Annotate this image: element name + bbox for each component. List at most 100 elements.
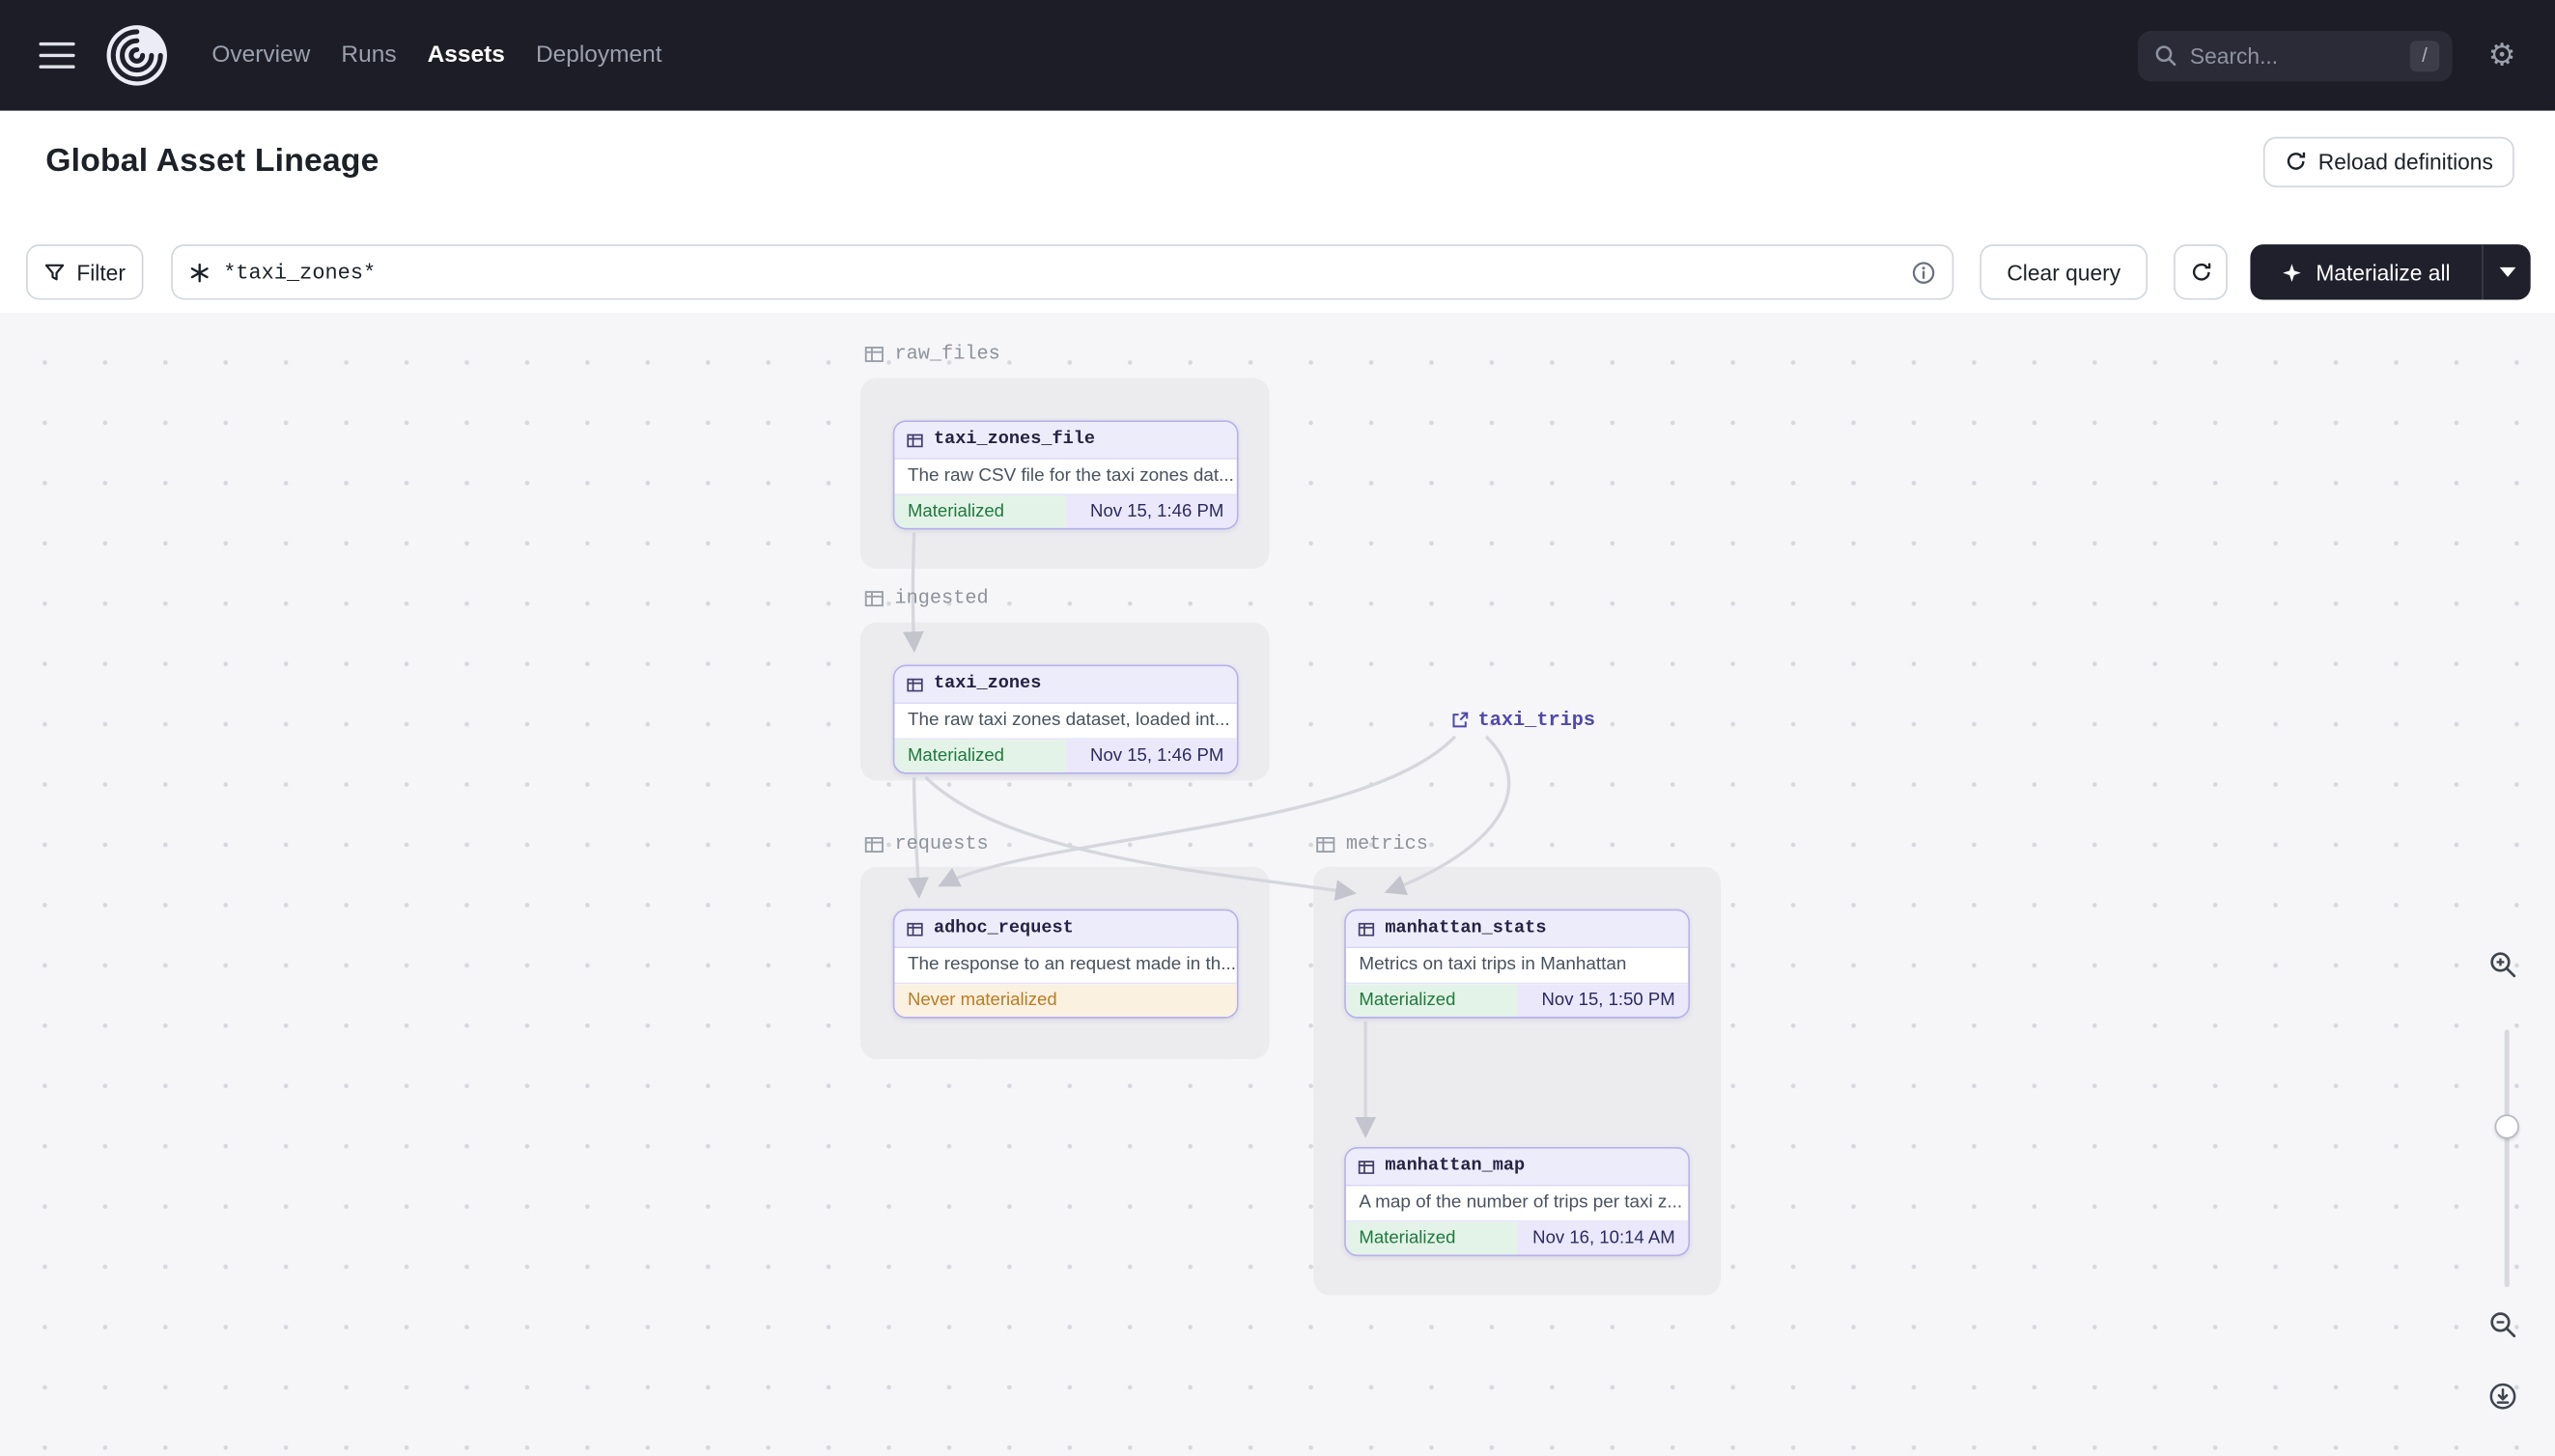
zoom-out-icon [2490,1312,2516,1338]
hamburger-menu-icon[interactable] [39,42,75,69]
materialize-all-label: Materialize all [2316,260,2451,285]
download-view-button[interactable] [2488,1382,2517,1411]
search-shortcut-badge: / [2409,40,2440,71]
zoom-in-icon [2490,952,2516,978]
table-icon [1358,1160,1375,1174]
refresh-icon [2189,261,2212,284]
filter-label: Filter [76,260,126,285]
top-nav-bar: Overview Runs Assets Deployment / ⚙ [0,0,2555,111]
group-label-ingested: ingested [863,586,989,610]
materialization-timestamp: Nov 15, 1:46 PM [1065,495,1237,528]
dagster-app: Overview Runs Assets Deployment / ⚙ Glob… [0,0,2555,1456]
asset-description: The raw CSV file for the taxi zones dat.… [907,465,1234,486]
external-link-icon [1452,712,1469,728]
external-asset-title: taxi_trips [1477,709,1596,732]
refresh-query-button[interactable] [2174,244,2228,300]
asset-card-header: manhattan_stats [1345,910,1689,949]
asset-footer: Materialized Nov 15, 1:46 PM [894,738,1237,772]
asset-card-header: taxi_zones_file [894,422,1237,460]
status-badge: Materialized [1345,984,1518,1017]
search-input[interactable] [2189,42,2398,69]
page-header: Global Asset Lineage Reload definitions [0,110,2555,212]
topbar-right: / ⚙ [2137,30,2516,81]
search-icon [2154,44,2177,68]
asset-group-icon [1316,836,1335,853]
zoom-in-button[interactable] [2488,950,2517,979]
asset-card-header: manhattan_map [1345,1148,1689,1187]
lineage-canvas[interactable]: raw_files ingested requests metrics taxi… [0,313,2555,1456]
asset-title: manhattan_map [1385,1157,1526,1177]
asset-node-adhoc_request[interactable]: adhoc_request The response to an request… [892,909,1239,1019]
zoom-out-button[interactable] [2488,1310,2517,1339]
group-name: raw_files [894,342,1000,365]
nav-item-runs[interactable]: Runs [341,42,396,69]
asset-description: The raw taxi zones dataset, loaded int..… [907,710,1230,730]
asset-description: A map of the number of trips per taxi z.… [1359,1192,1683,1213]
asset-footer: Never materialized [894,982,1237,1017]
group-label-raw_files: raw_files [863,342,1000,365]
status-badge: Never materialized [894,984,1237,1017]
materialize-all-button[interactable]: Materialize all [2250,244,2482,299]
nav-item-assets[interactable]: Assets [428,42,505,69]
reload-definitions-button[interactable]: Reload definitions [2262,135,2514,187]
filter-funnel-icon [44,262,66,283]
asset-node-manhattan_map[interactable]: manhattan_map A map of the number of tri… [1344,1147,1690,1257]
asset-description: Metrics on taxi trips in Manhattan [1359,954,1627,975]
status-badge: Materialized [894,740,1066,772]
group-name: requests [894,832,989,855]
materialize-options-caret-button[interactable] [2484,244,2531,299]
search-box[interactable]: / [2137,30,2453,81]
selection-syntax-icon [189,262,211,283]
refresh-icon [2284,150,2307,173]
filter-button[interactable]: Filter [26,244,144,300]
nav-item-overview[interactable]: Overview [211,42,310,69]
external-asset-taxi_trips[interactable]: taxi_trips [1450,709,1595,732]
asset-group-icon [864,346,884,362]
page-title: Global Asset Lineage [45,142,379,179]
download-icon [2489,1383,2516,1410]
table-icon [907,677,923,691]
asset-group-icon [864,590,884,606]
asset-footer: Materialized Nov 16, 10:14 AM [1345,1219,1689,1255]
asset-group-icon [864,836,884,853]
asset-node-taxi_zones_file[interactable]: taxi_zones_file The raw CSV file for the… [892,420,1239,530]
status-badge: Materialized [1345,1221,1518,1255]
asset-selection-input-box[interactable] [171,244,1954,300]
zoom-slider-handle[interactable] [2494,1114,2519,1139]
lineage-edges [902,532,1511,1138]
materialize-all-split-button: Materialize all [2250,244,2531,300]
settings-gear-icon[interactable]: ⚙ [2488,40,2516,70]
clear-query-label: Clear query [2007,260,2121,285]
nav-item-deployment[interactable]: Deployment [536,42,662,69]
zoom-slider-track[interactable] [2504,1029,2510,1288]
table-icon [907,433,923,447]
group-label-requests: requests [863,832,989,855]
asset-footer: Materialized Nov 15, 1:46 PM [894,493,1237,528]
asset-description: The response to an request made in th... [907,954,1236,975]
clear-query-button[interactable]: Clear query [1979,244,2148,300]
materialization-timestamp: Nov 15, 1:50 PM [1517,984,1689,1017]
reload-definitions-label: Reload definitions [2317,149,2493,174]
primary-nav: Overview Runs Assets Deployment [211,42,661,69]
group-name: ingested [894,586,989,610]
asset-title: manhattan_stats [1385,918,1547,938]
asset-node-manhattan_stats[interactable]: manhattan_stats Metrics on taxi trips in… [1344,909,1690,1019]
asset-title: taxi_zones [933,674,1042,694]
chevron-down-icon [2498,266,2515,277]
lineage-toolbar: Filter Clear query Materialize [0,211,2555,313]
materialization-timestamp: Nov 16, 10:14 AM [1517,1221,1689,1255]
sparkle-icon [2282,262,2303,283]
asset-selection-input[interactable] [223,260,1898,285]
materialization-timestamp: Nov 15, 1:46 PM [1065,740,1237,772]
selection-info-icon[interactable] [1911,260,1935,284]
status-badge: Materialized [894,495,1066,528]
dagster-logo[interactable] [104,23,170,89]
asset-card-header: taxi_zones [894,666,1237,704]
asset-node-taxi_zones[interactable]: taxi_zones The raw taxi zones dataset, l… [892,664,1239,774]
table-icon [1358,922,1375,936]
group-label-metrics: metrics [1315,832,1428,855]
asset-title: adhoc_request [933,918,1074,938]
group-name: metrics [1345,832,1428,855]
table-icon [907,922,923,936]
asset-title: taxi_zones_file [933,430,1096,450]
